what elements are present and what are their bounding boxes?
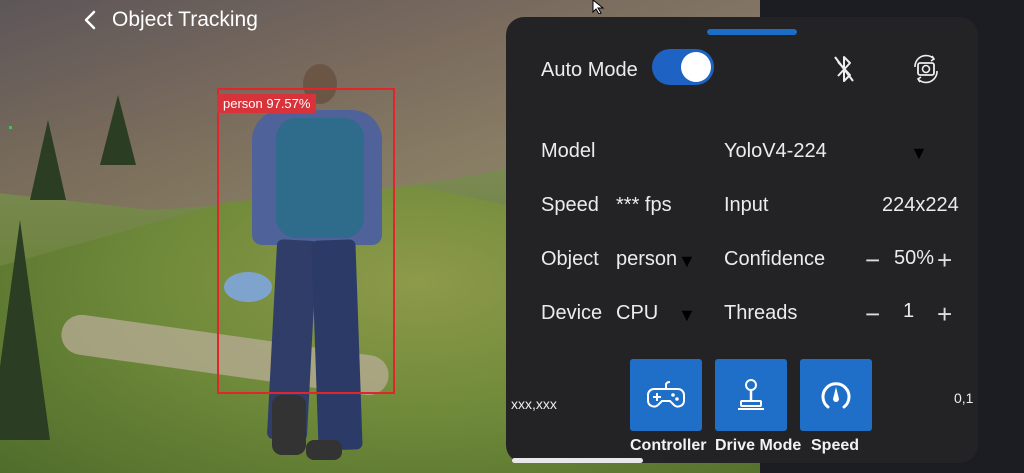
drive-mode-button[interactable] — [715, 359, 787, 431]
indicator-dot — [9, 126, 12, 129]
controller-button[interactable] — [630, 359, 702, 431]
auto-mode-toggle[interactable] — [652, 49, 714, 85]
detection-box — [217, 88, 395, 394]
drive-mode-button-label: Drive Mode — [715, 437, 802, 454]
coords-left-readout: xxx,xxx — [511, 396, 557, 412]
controller-button-label: Controller — [630, 437, 707, 454]
object-select[interactable]: person — [616, 248, 677, 271]
device-label: Device — [541, 302, 603, 324]
speed-label: Speed — [541, 194, 599, 216]
person-shoe — [306, 440, 342, 460]
control-panel: Auto Mode Model YoloV4-224 ▼ Speed *** f… — [506, 17, 978, 463]
confidence-value: 50% — [894, 247, 935, 269]
back-chevron-icon[interactable] — [78, 8, 102, 32]
device-dropdown-caret-icon[interactable]: ▼ — [678, 305, 696, 326]
speed-button-label: Speed — [811, 437, 860, 454]
threads-value: 1 — [903, 300, 915, 322]
object-label: Object — [541, 248, 599, 270]
confidence-label: Confidence — [724, 248, 826, 270]
panel-drag-handle[interactable] — [707, 29, 797, 35]
tree — [30, 120, 66, 200]
threads-decrease-button[interactable]: − — [865, 301, 880, 327]
object-dropdown-caret-icon[interactable]: ▼ — [678, 251, 696, 272]
model-label: Model — [541, 140, 596, 162]
input-label: Input — [724, 194, 769, 216]
speed-button[interactable] — [800, 359, 872, 431]
joystick-icon — [738, 379, 764, 410]
device-select[interactable]: CPU — [616, 302, 658, 325]
detection-label: person 97.57% — [217, 94, 317, 113]
coords-right-readout: 0,1 — [954, 390, 974, 406]
speed-value: *** fps — [616, 194, 672, 216]
auto-mode-label: Auto Mode — [541, 59, 638, 81]
input-value: 224x224 — [882, 194, 959, 216]
tree — [100, 95, 136, 165]
threads-label: Threads — [724, 302, 798, 324]
tree — [0, 220, 50, 440]
page-title: Object Tracking — [112, 8, 258, 31]
toggle-knob — [681, 52, 711, 82]
bluetooth-off-icon[interactable] — [827, 52, 861, 86]
camera-switch-icon[interactable] — [909, 52, 943, 86]
speedometer-icon — [821, 382, 851, 409]
confidence-increase-button[interactable]: + — [937, 247, 952, 273]
model-dropdown-caret-icon[interactable]: ▼ — [910, 143, 928, 164]
gamepad-icon — [647, 381, 685, 408]
confidence-decrease-button[interactable]: − — [865, 247, 880, 273]
title-bar: Object Tracking — [78, 6, 258, 34]
threads-increase-button[interactable]: + — [937, 301, 952, 327]
home-indicator[interactable] — [512, 458, 643, 463]
person-shoe — [272, 395, 306, 455]
model-select[interactable]: YoloV4-224 — [724, 140, 827, 163]
